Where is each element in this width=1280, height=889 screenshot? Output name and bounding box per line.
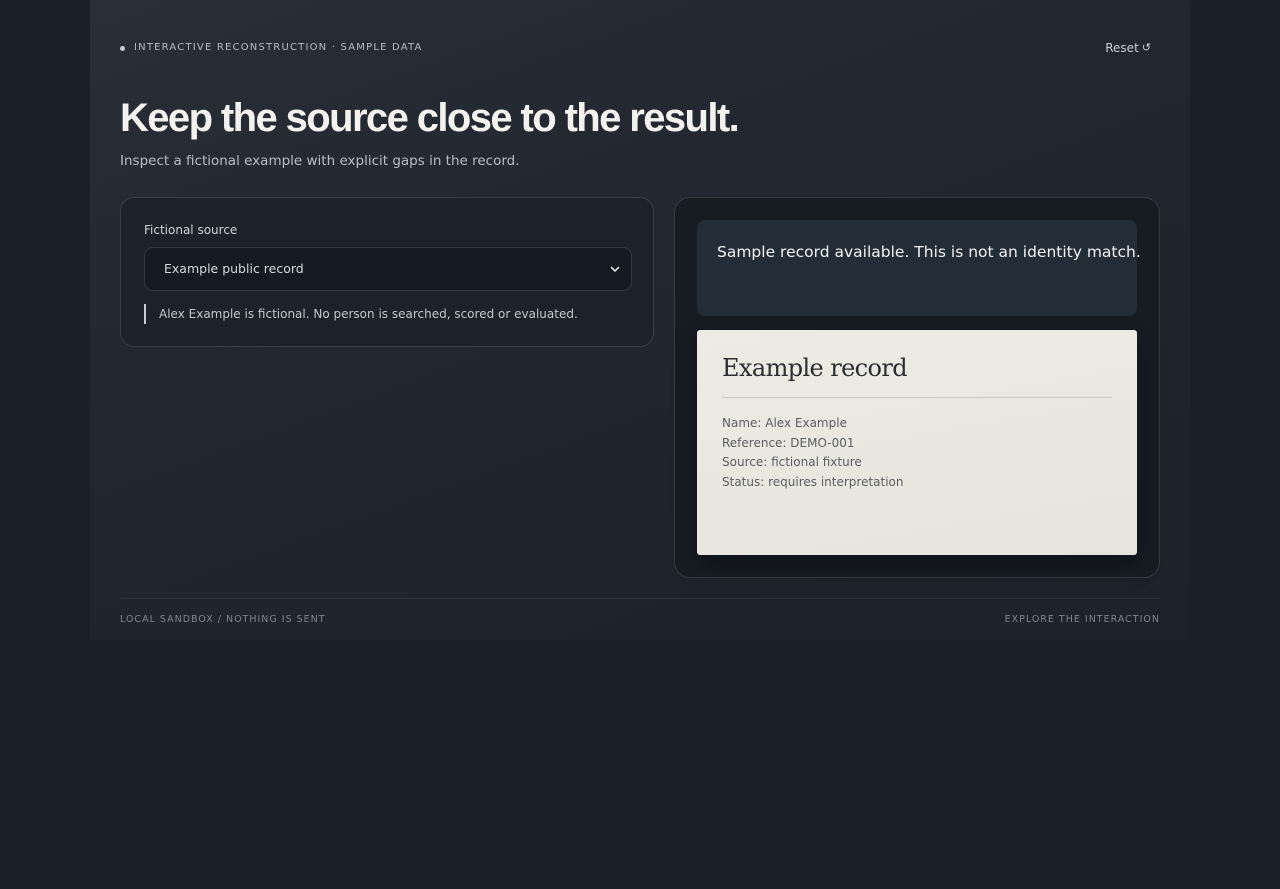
- page: INTERACTIVE RECONSTRUCTION · SAMPLE DATA…: [0, 0, 1280, 889]
- page-title: Keep the source close to the result.: [120, 96, 740, 140]
- reset-button[interactable]: Reset ↺: [1105, 40, 1151, 56]
- source-select[interactable]: Example public record: [144, 247, 632, 291]
- main-content: INTERACTIVE RECONSTRUCTION · SAMPLE DATA…: [120, 0, 1160, 640]
- status-banner: Sample record available. This is not an …: [697, 220, 1141, 316]
- refresh-icon: ↺: [1141, 41, 1151, 54]
- footer-sandbox-note: LOCAL SANDBOX / NOTHING IS SENT: [120, 614, 326, 625]
- source-field-label: Fictional source: [144, 223, 238, 237]
- record-field-reference: Reference: DEMO-001: [722, 435, 855, 450]
- chevron-down-icon: [610, 266, 620, 272]
- eyebrow: INTERACTIVE RECONSTRUCTION · SAMPLE DATA: [120, 40, 423, 56]
- footer-divider: [120, 598, 1160, 599]
- reset-label: Reset: [1105, 41, 1139, 55]
- page-subtitle: Inspect a fictional example with explici…: [120, 153, 520, 169]
- source-select-value: Example public record: [164, 261, 304, 276]
- source-card: Fictional source Example public record A…: [120, 197, 654, 347]
- status-text: Sample record available. This is not an …: [717, 243, 1141, 261]
- record-divider: [722, 397, 1112, 398]
- record-field-status: Status: requires interpretation: [722, 474, 904, 489]
- record-document: Example record Name: Alex Example Refere…: [697, 330, 1137, 555]
- record-fields: Name: Alex Example Reference: DEMO-001 S…: [722, 414, 904, 492]
- top-bar: INTERACTIVE RECONSTRUCTION · SAMPLE DATA…: [120, 40, 1160, 56]
- fiction-note: Alex Example is fictional. No person is …: [144, 304, 578, 324]
- record-field-name: Name: Alex Example: [722, 416, 847, 430]
- record-title: Example record: [722, 354, 908, 382]
- record-field-source: Source: fictional fixture: [722, 455, 862, 469]
- footer-explore-link[interactable]: EXPLORE THE INTERACTION: [1005, 614, 1160, 626]
- bullet-dot-icon: [120, 45, 125, 51]
- result-card: Sample record available. This is not an …: [674, 197, 1160, 578]
- eyebrow-label: INTERACTIVE RECONSTRUCTION · SAMPLE DATA: [134, 42, 423, 53]
